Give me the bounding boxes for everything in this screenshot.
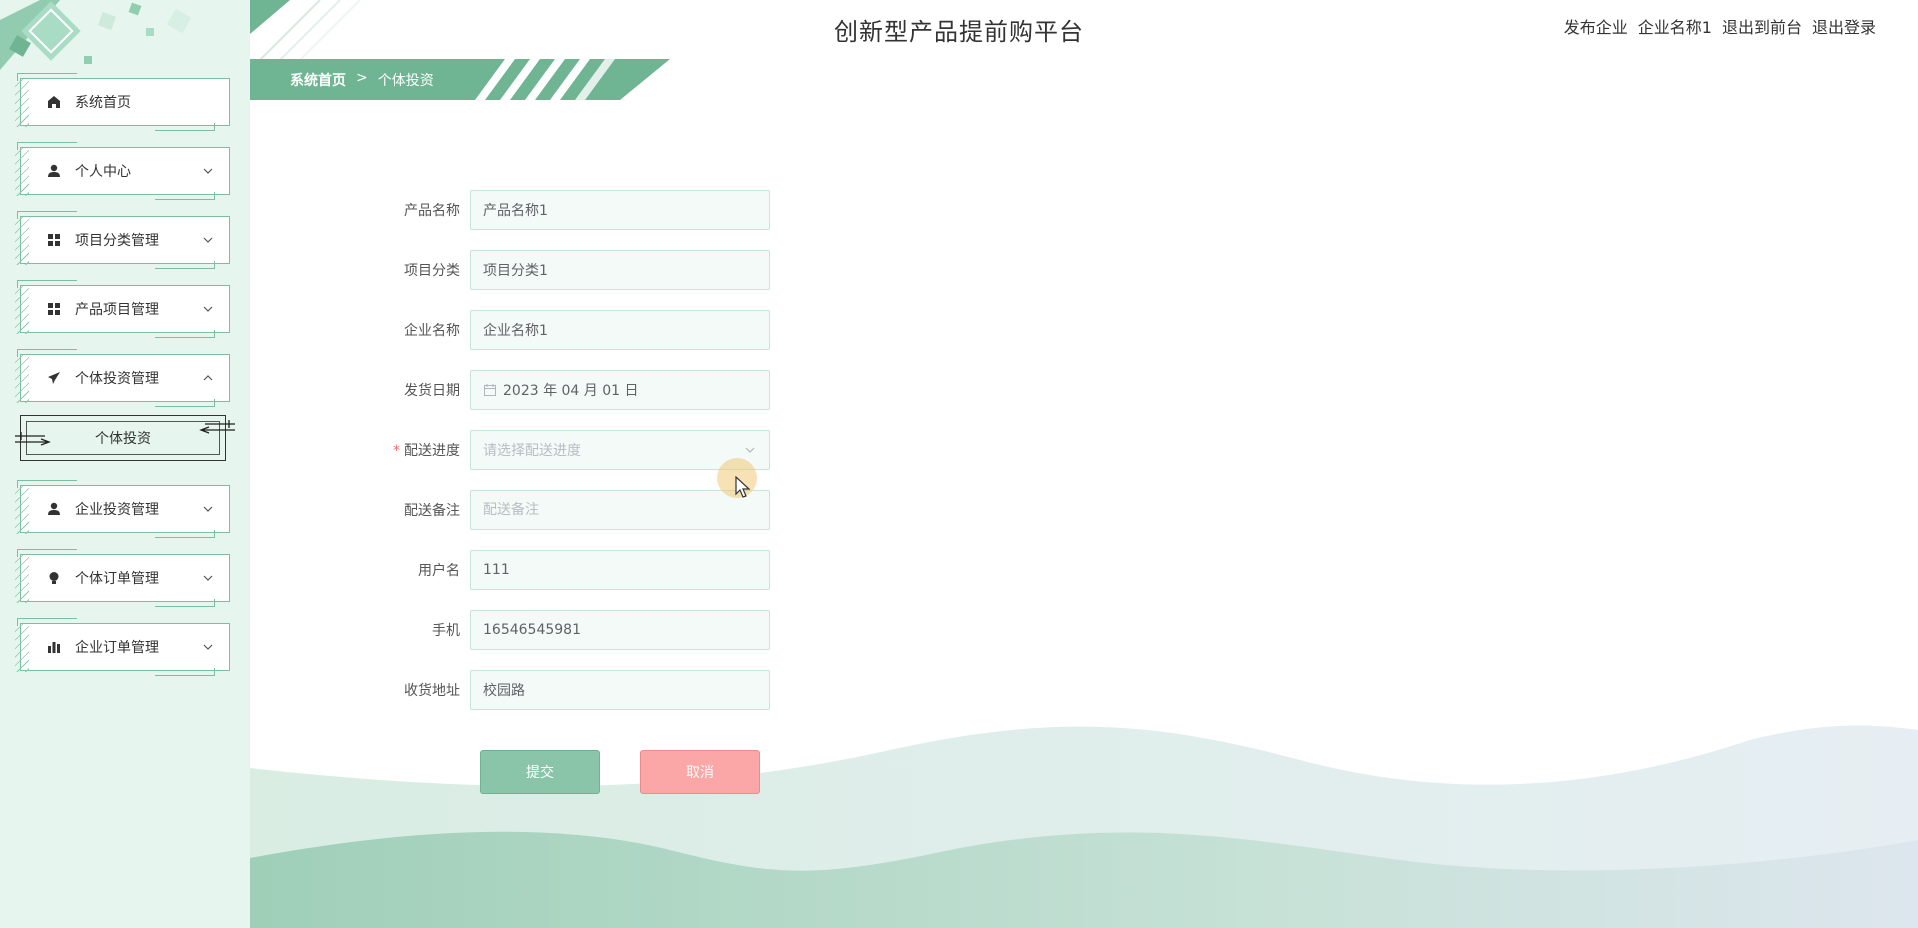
category-label: 项目分类 (404, 263, 460, 279)
breadcrumb-current: 个体投资 (377, 73, 434, 89)
sidebar-item-label: 项目分类管理 (75, 233, 159, 249)
sidebar-menu: 系统首页 个人中心 项目分类管理 产品项目管理 个体投资管理 个体投资 企业投资… (15, 73, 235, 692)
sidebar-item-enterprise-order-management[interactable]: 企业订单管理 (15, 618, 230, 676)
submit-button[interactable]: 提交 (480, 750, 600, 794)
sidebar-item-category-management[interactable]: 项目分类管理 (15, 211, 230, 269)
chevron-down-icon (201, 302, 215, 316)
required-mark: * (393, 443, 400, 459)
address-input[interactable] (483, 682, 757, 698)
sidebar-item-personal-center[interactable]: 个人中心 (15, 142, 230, 200)
sidebar-item-individual-investment-management[interactable]: 个体投资管理 (15, 349, 230, 407)
form-row-username: 用户名 (380, 550, 770, 590)
sidebar-item-label: 企业订单管理 (75, 640, 159, 656)
company-name-label: 企业名称 (404, 323, 460, 339)
sidebar-subitem-individual-investment[interactable]: 个体投资 (15, 415, 235, 461)
user-icon (47, 164, 61, 178)
chevron-down-icon (745, 447, 755, 453)
breadcrumb: 系统首页 > 个体投资 (250, 59, 670, 100)
sidebar-item-label: 系统首页 (75, 95, 131, 111)
category-input[interactable] (483, 262, 757, 278)
sidebar-item-label: 个人中心 (75, 164, 131, 180)
arrow-left-icon (199, 420, 235, 434)
breadcrumb-separator: > (356, 70, 368, 86)
delivery-note-input[interactable] (483, 502, 757, 518)
phone-input[interactable] (483, 622, 757, 638)
sidebar-item-label: 企业投资管理 (75, 502, 159, 518)
user-icon (47, 502, 61, 516)
username-input[interactable] (483, 562, 757, 578)
chevron-down-icon (201, 233, 215, 247)
sidebar-subitem-label: 个体投资 (95, 431, 151, 447)
sidebar-item-label: 个体订单管理 (75, 571, 159, 587)
product-name-input[interactable] (483, 202, 757, 218)
bulb-icon (47, 571, 61, 585)
category-field[interactable] (470, 250, 770, 290)
page: 系统首页 个人中心 项目分类管理 产品项目管理 个体投资管理 个体投资 企业投资… (0, 0, 1918, 928)
send-icon (47, 371, 61, 385)
delivery-progress-label-text: 配送进度 (404, 443, 460, 459)
delivery-note-field[interactable] (470, 490, 770, 530)
form-row-product-name: 产品名称 (380, 190, 770, 230)
form-row-ship-date: 发货日期 2023 年 04 月 01 日 (380, 370, 770, 410)
delivery-progress-placeholder: 请选择配送进度 (483, 443, 581, 459)
form-row-company-name: 企业名称 (380, 310, 770, 350)
user-company: 企业名称1 (1637, 18, 1712, 37)
sidebar-item-enterprise-investment-management[interactable]: 企业投资管理 (15, 480, 230, 538)
arrow-right-icon (15, 432, 51, 446)
form-row-address: 收货地址 (380, 670, 770, 710)
cancel-button[interactable]: 取消 (640, 750, 760, 794)
phone-label: 手机 (432, 623, 460, 639)
grid-icon (47, 302, 61, 316)
home-icon (47, 95, 61, 109)
product-name-label: 产品名称 (404, 203, 460, 219)
company-name-input[interactable] (483, 322, 757, 338)
delivery-progress-label: * 配送进度 (380, 440, 470, 460)
bar-chart-icon (47, 640, 61, 654)
back-to-front-link[interactable]: 退出到前台 (1722, 14, 1802, 38)
breadcrumb-home[interactable]: 系统首页 (290, 70, 346, 90)
delivery-note-label: 配送备注 (404, 503, 460, 519)
sidebar-item-individual-order-management[interactable]: 个体订单管理 (15, 549, 230, 607)
sidebar-item-label: 产品项目管理 (75, 302, 159, 318)
username-label: 用户名 (418, 563, 460, 579)
form-row-delivery-note: 配送备注 (380, 490, 770, 530)
ship-date-picker[interactable]: 2023 年 04 月 01 日 (470, 370, 770, 410)
form-row-delivery-progress: * 配送进度 请选择配送进度 (380, 430, 770, 470)
ship-date-value: 2023 年 04 月 01 日 (503, 383, 639, 399)
logout-link[interactable]: 退出登录 (1812, 14, 1876, 38)
ship-date-label: 发货日期 (404, 383, 460, 399)
product-name-field[interactable] (470, 190, 770, 230)
chevron-down-icon (201, 502, 215, 516)
form-actions: 提交 取消 (480, 750, 760, 794)
address-field[interactable] (470, 670, 770, 710)
user-role: 发布企业 (1563, 18, 1628, 37)
address-label: 收货地址 (404, 683, 460, 699)
form-row-category: 项目分类 (380, 250, 770, 290)
sidebar-item-product-management[interactable]: 产品项目管理 (15, 280, 230, 338)
chevron-down-icon (201, 164, 215, 178)
chevron-down-icon (201, 640, 215, 654)
username-field[interactable] (470, 550, 770, 590)
calendar-icon (484, 384, 496, 396)
company-name-field[interactable] (470, 310, 770, 350)
sidebar-item-home[interactable]: 系统首页 (15, 73, 230, 131)
chevron-down-icon (201, 571, 215, 585)
chevron-up-icon (201, 371, 215, 385)
investment-form: 产品名称 项目分类 企业名称 发货日期 2023 年 04 月 01 日 *配送… (380, 190, 770, 730)
grid-icon (47, 233, 61, 247)
sidebar-item-label: 个体投资管理 (75, 371, 159, 387)
user-toolbar: 发布企业 企业名称1 退出到前台 退出登录 (1564, 14, 1876, 38)
mouse-pointer-icon (735, 476, 751, 498)
form-row-phone: 手机 (380, 610, 770, 650)
phone-field[interactable] (470, 610, 770, 650)
sidebar: 系统首页 个人中心 项目分类管理 产品项目管理 个体投资管理 个体投资 企业投资… (0, 0, 250, 928)
